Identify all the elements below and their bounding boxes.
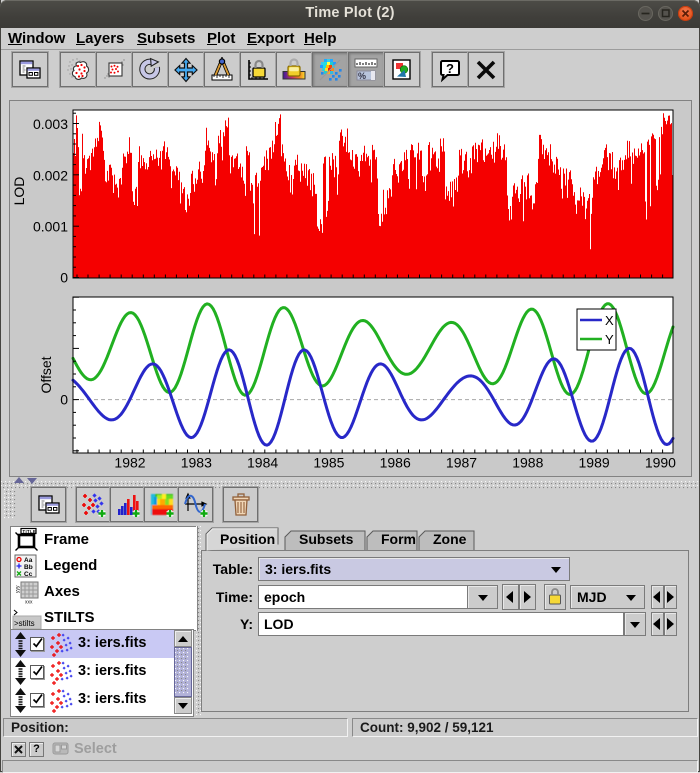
svg-text:0.001: 0.001 [33, 219, 68, 235]
svg-text:0: 0 [60, 392, 68, 408]
svg-text:Position: Position [220, 531, 275, 547]
svg-text:?: ? [446, 61, 454, 76]
svg-text:1987: 1987 [446, 455, 477, 471]
svg-text:X: X [605, 313, 614, 328]
svg-text:Aa: Aa [24, 557, 33, 564]
svg-text:1988: 1988 [512, 455, 543, 471]
svg-text:Zone: Zone [433, 531, 467, 547]
svg-text:Form: Form [381, 531, 416, 547]
svg-text:TITLE: TITLE [23, 529, 37, 534]
svg-text:1990: 1990 [645, 455, 676, 471]
svg-text:0.002: 0.002 [33, 168, 68, 184]
svg-text:LOD: LOD [11, 177, 27, 206]
svg-text:1989: 1989 [579, 455, 610, 471]
svg-text:1983: 1983 [181, 455, 212, 471]
svg-text:1985: 1985 [313, 455, 344, 471]
svg-text:0.003: 0.003 [33, 116, 68, 132]
svg-text:0: 0 [60, 270, 68, 286]
svg-text:1982: 1982 [114, 455, 145, 471]
svg-text:Bb: Bb [24, 564, 33, 571]
svg-text:Subsets: Subsets [299, 531, 354, 547]
svg-text:>stilts: >stilts [14, 619, 35, 628]
svg-text:Y: Y [605, 332, 614, 347]
svg-text:1986: 1986 [380, 455, 411, 471]
svg-text:%: % [358, 71, 366, 81]
svg-text:Offset: Offset [38, 356, 54, 393]
svg-text:Cc: Cc [24, 571, 33, 578]
svg-text:1984: 1984 [247, 455, 278, 471]
svg-text:yyy: yyy [15, 585, 21, 593]
